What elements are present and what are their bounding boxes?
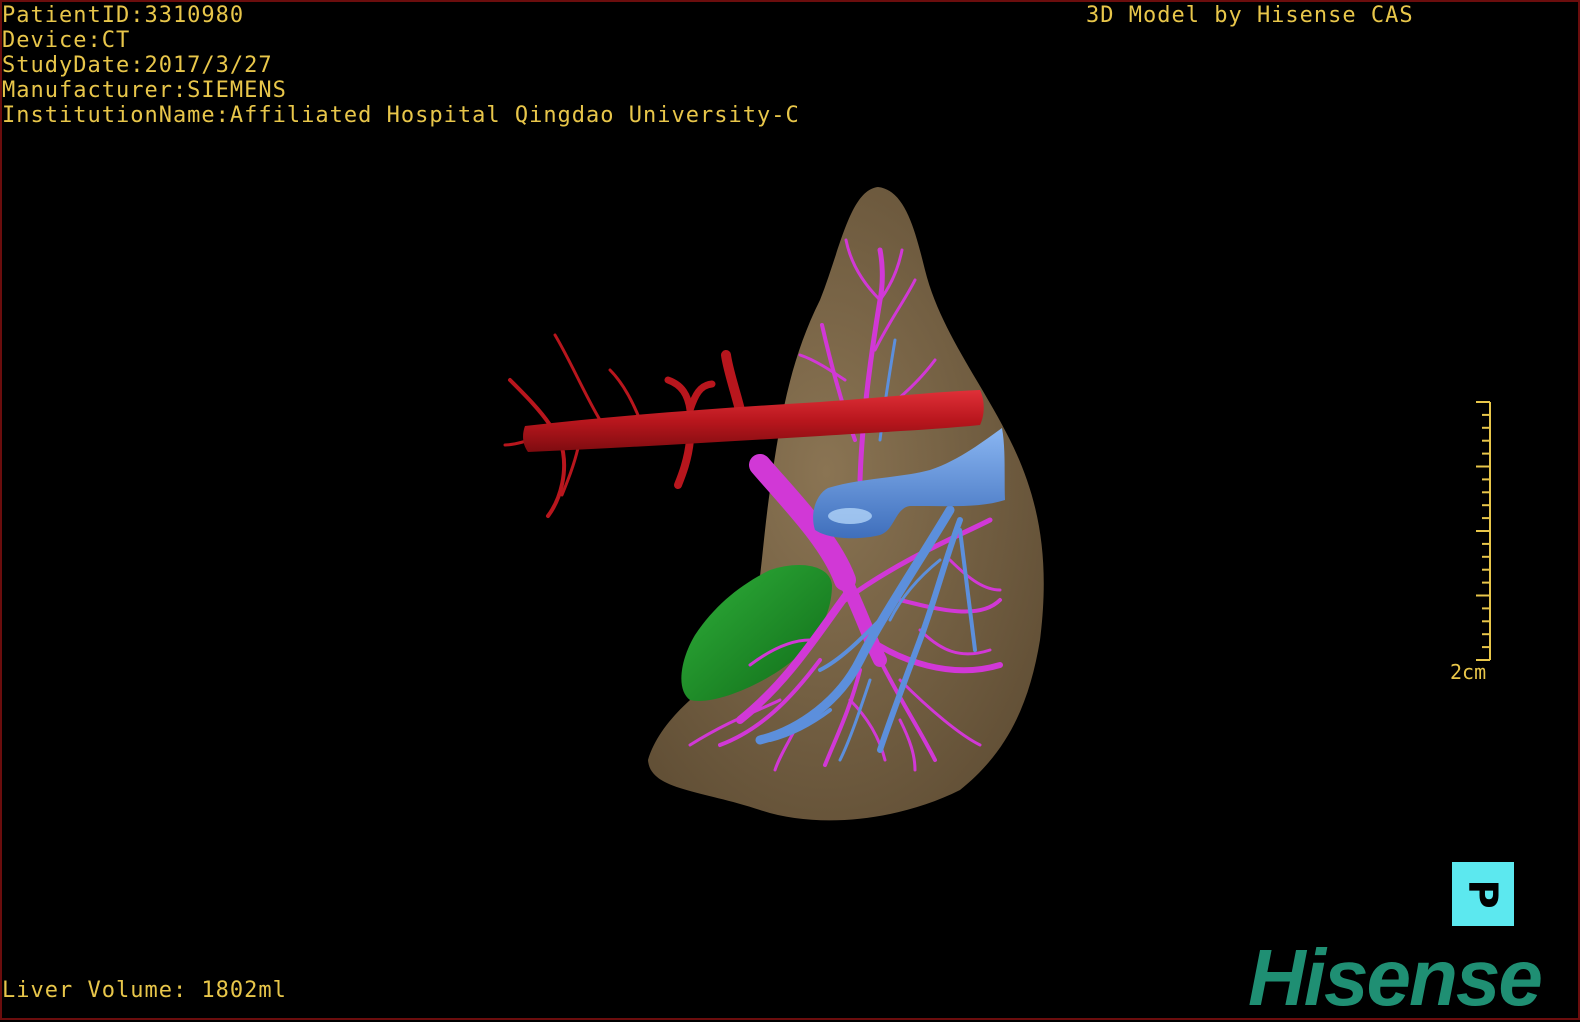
patient-info-overlay: PatientID:3310980 Device:CT StudyDate:2017… [2,3,800,128]
patient-id: PatientID:3310980 [2,3,245,28]
3d-liver-model-viewport[interactable] [0,0,1580,1020]
orientation-cube[interactable]: P [1452,862,1514,926]
device: Device:CT [2,28,131,53]
hepatic-vein-highlight [828,508,872,524]
scale-bar [1476,401,1491,661]
hisense-logo: Hisense [1248,933,1543,1022]
study-date: StudyDate:2017/3/27 [2,53,273,78]
model-credit: 3D Model by Hisense CAS [1086,3,1414,28]
institution-name: InstitutionName:Affiliated Hospital Qing… [2,103,800,128]
scale-bar-label: 2cm [1450,660,1487,684]
liver-volume: Liver Volume: 1802ml [2,978,287,1003]
orientation-label: P [1459,879,1506,909]
manufacturer: Manufacturer:SIEMENS [2,78,287,103]
